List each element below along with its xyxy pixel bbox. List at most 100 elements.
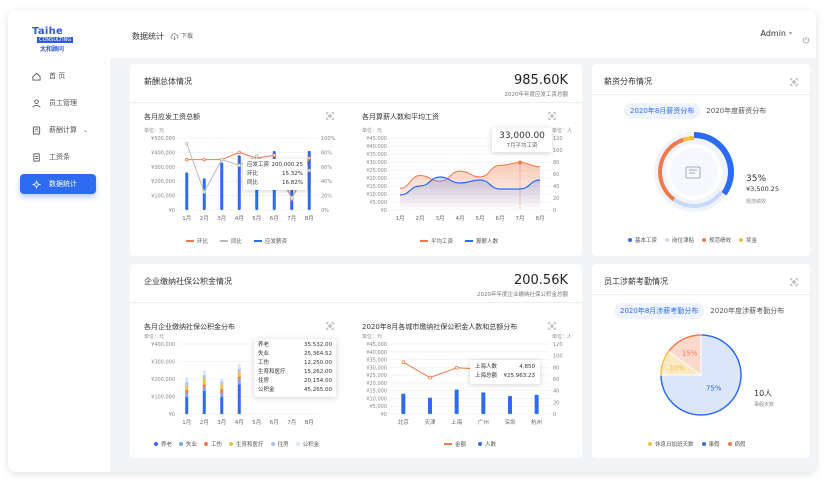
x-tick-label: 1月 xyxy=(182,419,191,426)
y2-tick-label: 60 xyxy=(553,377,559,383)
y-tick-label: ¥5,000 xyxy=(370,200,388,206)
legend-label: 生育和医疗 xyxy=(236,442,264,448)
bar xyxy=(454,389,459,414)
statistics-icon xyxy=(31,179,41,189)
line-point xyxy=(454,365,459,370)
tip-value: ¥25,963.23 xyxy=(503,373,536,379)
salary-tooltip: 应发工资 200,000.25 环比 15.32% 同比 16.82% xyxy=(243,159,307,190)
y-tick-label: ¥0 xyxy=(381,208,387,214)
tip-key: 应发工资 xyxy=(247,162,270,168)
app-window: Taihe CONSULTING 太和顾问 首 页 员工管理 薪酬计算 ⌄ 工资… xyxy=(8,10,816,472)
y-tick-label: ¥0 xyxy=(169,208,175,214)
y-tick-label: ¥400,000 xyxy=(151,342,175,348)
legend-item: 岗位津贴 xyxy=(665,236,694,244)
tab-month[interactable]: 2020年8月薪资分布 xyxy=(624,103,701,119)
y-tick-label: ¥20,000 xyxy=(366,381,387,387)
stacked-bar xyxy=(185,389,189,393)
legend-item: 同比 xyxy=(220,237,242,245)
tab-year[interactable]: 2020年度薪资分布 xyxy=(700,103,772,119)
y-tick-label: ¥25,000 xyxy=(366,168,387,174)
stacked-bar xyxy=(237,384,241,414)
line-point xyxy=(307,156,311,160)
social-security-card: 企业缴纳社保公积金情况 200.56K 2020年年度企业缴纳社保公积金总额 各… xyxy=(130,264,582,458)
user-icon xyxy=(31,98,41,108)
tip-key: 生育和医疗 xyxy=(258,369,286,375)
y-tick-label: ¥25,000 xyxy=(366,373,387,379)
legend-label: 奖金 xyxy=(746,238,758,244)
cloud-download-icon xyxy=(170,32,179,40)
city-tooltip: 上海人数 4,850 上海总额 ¥25,963.23 xyxy=(470,360,540,384)
x-tick-label: 4月 xyxy=(456,215,465,222)
bar xyxy=(428,397,432,414)
logo-subtext: CONSULTING xyxy=(37,37,74,43)
x-tick-label: 7月 xyxy=(287,215,296,222)
expand-icon[interactable] xyxy=(790,278,798,286)
sidebar-item-payroll[interactable]: 薪酬计算 ⌄ xyxy=(20,120,96,140)
stacked-bar xyxy=(202,387,206,391)
legend-item: 金额 xyxy=(444,440,466,448)
sidebar-item-home[interactable]: 首 页 xyxy=(20,66,96,86)
expand-icon[interactable] xyxy=(790,78,798,86)
user-menu[interactable]: Admin ▾ xyxy=(760,29,792,38)
tip-value: 15.32% xyxy=(282,171,303,177)
bar xyxy=(401,393,406,414)
tip-row: 生育和医疗 15,262.00 xyxy=(258,368,332,377)
sidebar-item-statistics[interactable]: 数据统计 xyxy=(20,174,96,194)
stacked-bar xyxy=(185,382,189,386)
y2-tick-label: 40 xyxy=(553,389,559,395)
stacked-bar xyxy=(220,384,224,390)
legend-item: 奖金 xyxy=(739,236,757,244)
expand-icon[interactable] xyxy=(548,112,556,120)
expand-icon[interactable] xyxy=(326,112,334,120)
expand-icon[interactable] xyxy=(548,322,556,330)
unit-label: 单位：元 xyxy=(362,127,382,134)
download-button[interactable]: 下载 xyxy=(170,31,193,40)
x-tick-label: 3月 xyxy=(217,215,226,222)
dist-percent: 35% xyxy=(746,174,767,184)
y-tick-label: ¥200,000 xyxy=(151,179,175,185)
y-tick-label: ¥10,000 xyxy=(366,396,387,402)
y2-tick-label: 0 xyxy=(553,208,556,214)
legend-item: 休息日加班天数 xyxy=(648,440,694,448)
x-tick-label: 天津 xyxy=(424,419,436,426)
expand-icon[interactable] xyxy=(326,322,334,330)
legend-label: 算薪人数 xyxy=(476,239,499,245)
unit-label: 单位：人 xyxy=(552,334,572,340)
legend-label: 平均工资 xyxy=(431,239,454,245)
tip-value: 25,364.52 xyxy=(304,351,332,357)
y2-tick-label: 0% xyxy=(321,208,329,214)
divider xyxy=(592,94,810,95)
stacked-bar xyxy=(202,390,206,414)
legend-item: 算薪人数 xyxy=(465,237,498,245)
tab-year[interactable]: 2020年度涉薪考勤分布 xyxy=(704,303,790,319)
x-tick-label: 1月 xyxy=(182,215,191,222)
logo: Taihe CONSULTING 太和顾问 xyxy=(32,26,86,53)
y2-tick-label: 20 xyxy=(553,400,559,406)
logo-cn-text: 太和顾问 xyxy=(40,46,65,53)
sidebar-item-employees[interactable]: 员工管理 xyxy=(20,93,96,113)
x-tick-label: 1月 xyxy=(396,215,405,222)
chart-legend: 环比 同比 应发薪资 xyxy=(186,237,287,245)
social-total-label: 2020年年度企业缴纳社保公积金总额 xyxy=(477,292,568,298)
x-tick-label: 6月 xyxy=(270,419,279,426)
legend-item: 基本工资 xyxy=(628,236,657,244)
power-icon[interactable] xyxy=(802,29,810,48)
bar xyxy=(534,394,539,414)
sidebar-item-label: 薪酬计算 xyxy=(49,126,77,134)
y-tick-label: ¥300,000 xyxy=(151,165,175,171)
y-tick-label: ¥15,000 xyxy=(366,184,387,190)
line-point xyxy=(255,154,259,158)
legend-item: 失业 xyxy=(179,440,197,448)
tab-month[interactable]: 2020年8月涉薪考勤分布 xyxy=(614,303,705,319)
line-point xyxy=(401,360,406,365)
calculator-icon xyxy=(31,125,41,135)
card-title: 薪资分布情况 xyxy=(604,77,652,86)
y-tick-label: ¥200,000 xyxy=(151,377,175,383)
stacked-bar xyxy=(220,396,224,414)
sidebar-item-payslip[interactable]: 工资条 xyxy=(20,147,96,167)
line-point xyxy=(202,157,206,162)
card-title: 企业缴纳社保公积金情况 xyxy=(144,277,232,286)
x-tick-label: 8月 xyxy=(536,215,545,222)
document-icon xyxy=(31,152,41,162)
legend-label: 事假 xyxy=(708,442,720,448)
